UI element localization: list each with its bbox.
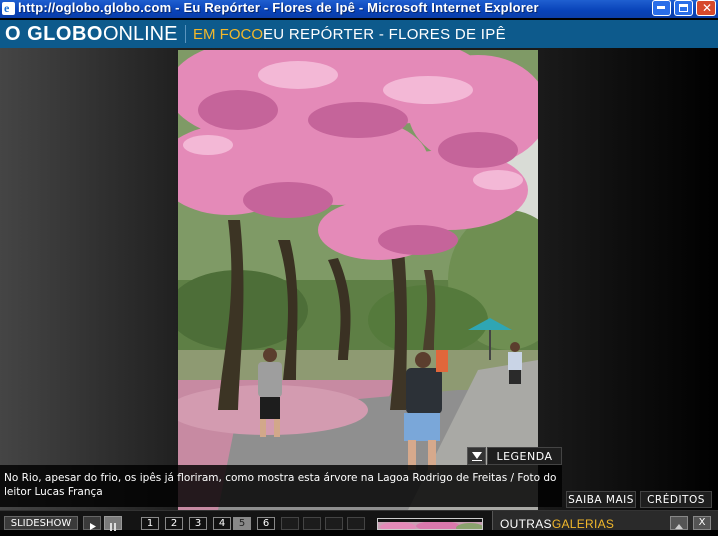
close-button[interactable]: ✕: [696, 0, 716, 16]
legend-button[interactable]: LEGENDA: [487, 447, 562, 465]
chevron-down-icon: [472, 452, 482, 461]
gallery-stage: LEGENDA No Rio, apesar do frio, os ipês …: [0, 48, 718, 510]
page-button[interactable]: 6: [257, 517, 275, 530]
play-icon: [90, 523, 96, 530]
gallery-controls: SLIDESHOW 1 2 3 4 5 6 OUTRASGALERIAS X: [0, 510, 718, 531]
page-button[interactable]: 3: [189, 517, 207, 530]
logo-online-text: ONLINE: [102, 23, 178, 45]
gallery-photo[interactable]: [178, 50, 538, 510]
page-slot-empty: [347, 517, 365, 530]
page-button-active[interactable]: 5: [233, 517, 251, 530]
minimize-icon: [657, 6, 665, 9]
legend-toggle-button[interactable]: [467, 447, 486, 465]
maximize-icon: [679, 4, 688, 12]
scroll-up-icon: [675, 524, 683, 529]
page-button[interactable]: 1: [141, 517, 159, 530]
outras-close-button[interactable]: X: [693, 516, 711, 530]
photo-caption: No Rio, apesar do frio, os ipês já flori…: [0, 465, 562, 507]
saiba-mais-button[interactable]: SAIBA MAIS: [566, 491, 636, 508]
window-title: http://oglobo.globo.com - Eu Repórter - …: [18, 0, 539, 15]
site-header: O GLOBOONLINE EM FOCO: EU REPÓRTER - FLO…: [0, 20, 718, 48]
photo-thumbnail[interactable]: [377, 518, 483, 530]
caption-text: No Rio, apesar do frio, os ipês já flori…: [4, 472, 557, 498]
maximize-button[interactable]: [674, 0, 693, 16]
page-button[interactable]: 2: [165, 517, 183, 530]
slideshow-button[interactable]: SLIDESHOW: [4, 516, 78, 530]
section-label: EM FOCO:: [193, 26, 268, 43]
play-button[interactable]: [83, 516, 101, 530]
logo-main-text: O GLOBO: [5, 23, 103, 45]
header-divider: [185, 25, 186, 43]
minimize-button[interactable]: [652, 0, 671, 16]
page-slot-empty: [325, 517, 343, 530]
ie-icon: e: [2, 1, 15, 15]
close-icon: ✕: [702, 1, 713, 15]
pause-button[interactable]: [104, 516, 122, 531]
section-title: EU REPÓRTER - FLORES DE IPÊ: [263, 26, 506, 43]
photo-illustration: [178, 50, 538, 510]
outras-galerias-panel[interactable]: OUTRASGALERIAS X: [492, 511, 718, 531]
page-button[interactable]: 4: [213, 517, 231, 530]
pause-icon: [110, 523, 116, 531]
page-slot-empty: [281, 517, 299, 530]
oglobo-logo[interactable]: O GLOBOONLINE: [5, 22, 177, 46]
page-slot-empty: [303, 517, 321, 530]
scroll-up-button[interactable]: [670, 516, 688, 530]
creditos-button[interactable]: CRÉDITOS: [640, 491, 712, 508]
window-title-bar[interactable]: e http://oglobo.globo.com - Eu Repórter …: [0, 0, 718, 18]
